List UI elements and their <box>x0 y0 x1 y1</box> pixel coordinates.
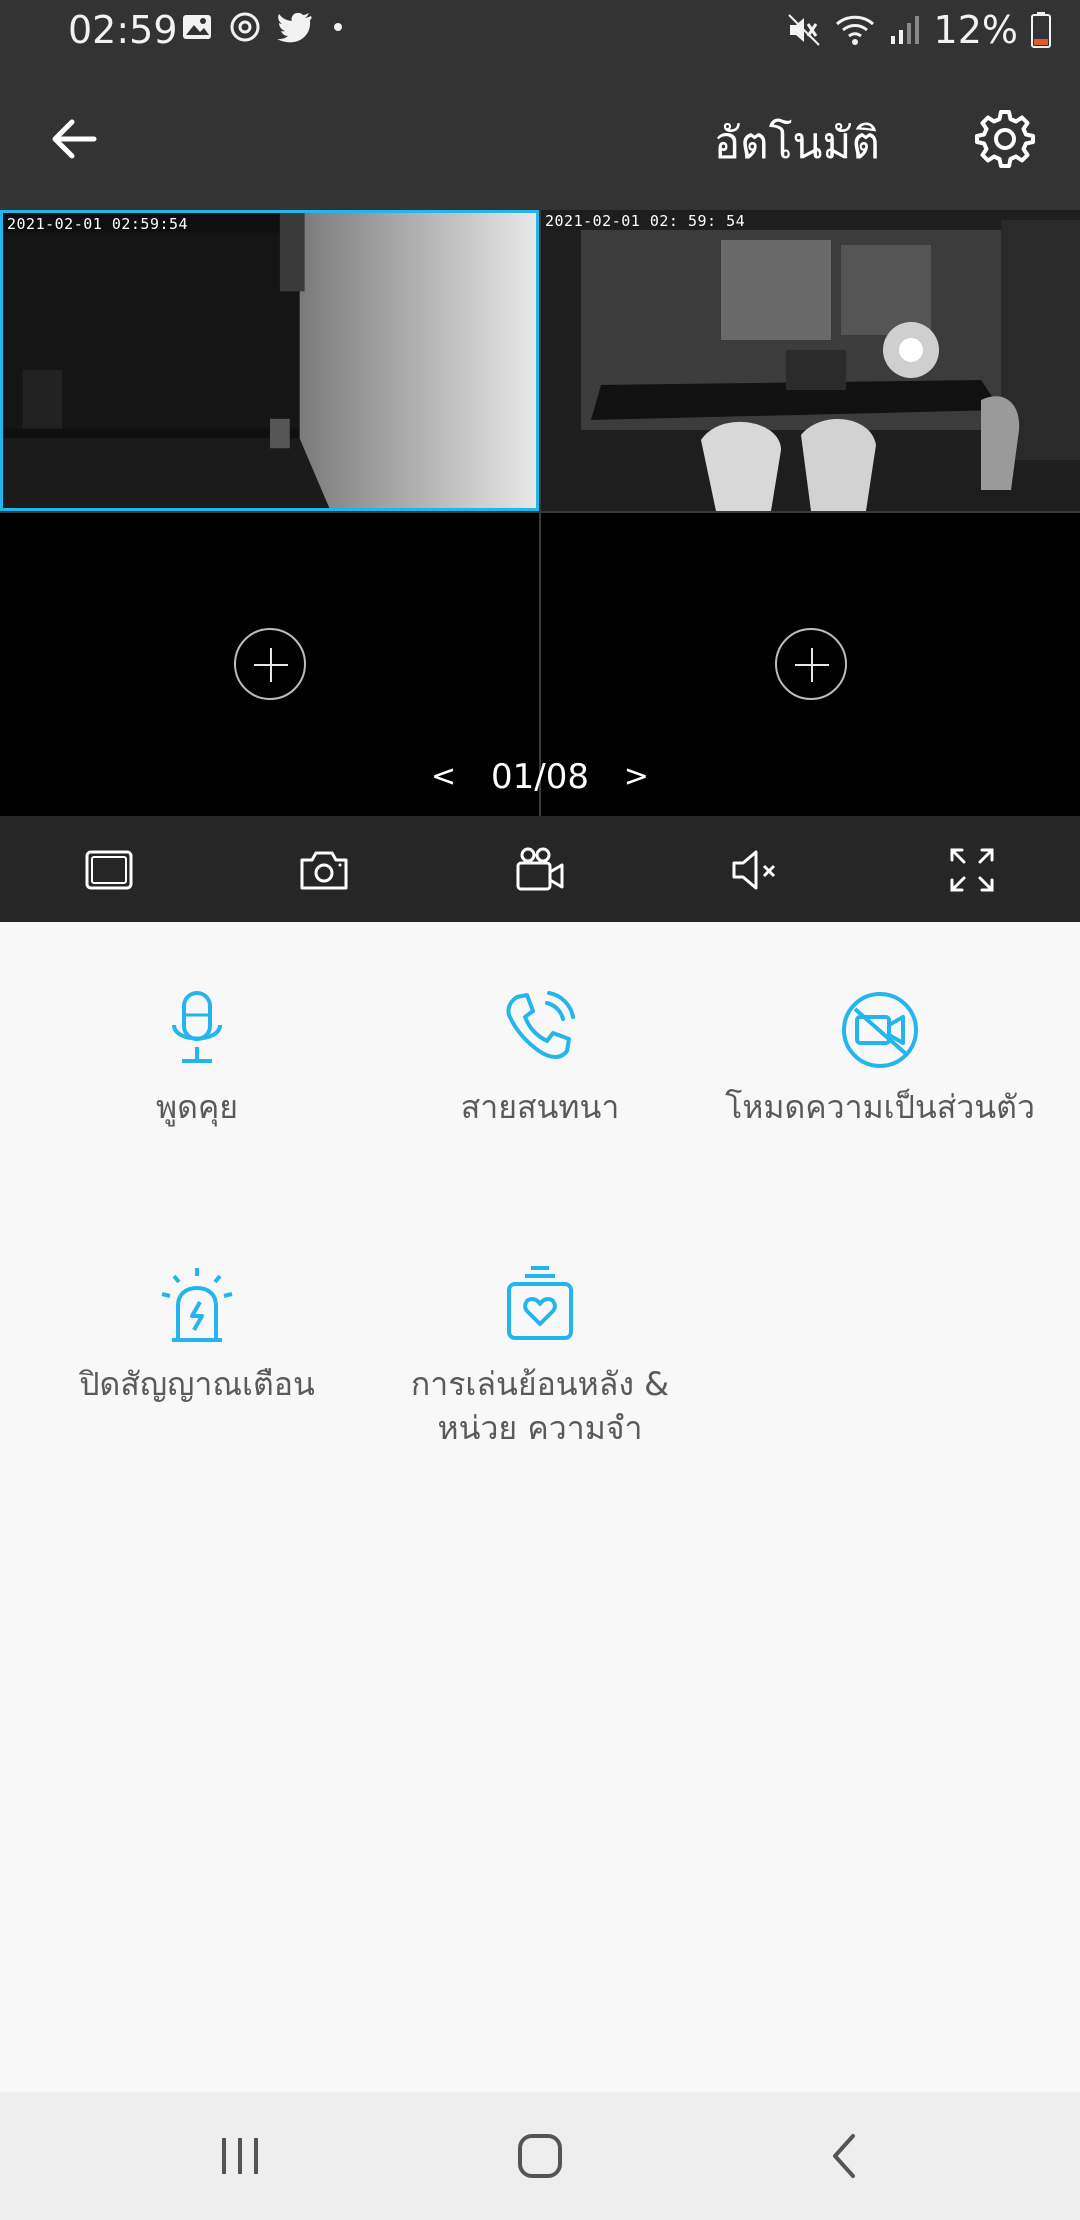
snapshot-icon[interactable] <box>296 842 352 898</box>
mute-icon <box>787 14 820 46</box>
add-camera-button-2[interactable] <box>774 627 847 700</box>
system-nav-bar <box>0 2092 1080 2220</box>
status-bar: 02:59 12% <box>0 0 1080 64</box>
single-view-icon[interactable] <box>81 842 137 898</box>
call-function[interactable]: สายสนทนา <box>370 985 710 1129</box>
call-label: สายสนทนา <box>460 1088 620 1126</box>
playback-memory-label: การเล่นย้อนหลัง & หน่วย ความจำ <box>410 1365 670 1447</box>
page-indicator: < 01/08 > <box>0 755 1080 797</box>
camera-timestamp-1: 2021-02-01 02:59:54 <box>7 215 189 233</box>
grid-divider-vertical <box>539 210 541 816</box>
camera-grid: 2021-02-01 02:59:54 2021-02-01 02: 59: 5… <box>0 210 1080 816</box>
camera-cell-1[interactable]: 2021-02-01 02:59:54 <box>0 210 539 511</box>
talk-function[interactable]: พูดคุย <box>27 985 367 1129</box>
dot-icon <box>334 23 342 31</box>
add-camera-button-1[interactable] <box>233 627 306 700</box>
notification-icons <box>180 10 348 44</box>
camera-cell-2[interactable]: 2021-02-01 02: 59: 54 <box>541 210 1080 511</box>
system-icons: 12% <box>786 8 1052 52</box>
camera-timestamp-2: 2021-02-01 02: 59: 54 <box>545 212 746 230</box>
battery-percent: 12% <box>933 8 1018 52</box>
wifi-icon <box>835 15 874 45</box>
privacy-camera-off-icon <box>842 992 918 1068</box>
siren-icon <box>161 1268 233 1342</box>
home-icon[interactable] <box>510 2130 570 2182</box>
twitter-icon <box>277 12 312 43</box>
microphone-icon <box>172 991 222 1063</box>
grid-divider-horizontal <box>0 511 1080 513</box>
video-toolbar <box>0 816 1080 922</box>
camera-feed-1 <box>3 213 536 508</box>
camera-feed-2 <box>541 210 1080 511</box>
battery-icon <box>1031 12 1051 48</box>
fullscreen-icon[interactable] <box>944 842 1000 898</box>
chat-icon <box>230 12 260 42</box>
signal-icon <box>890 16 919 44</box>
page-number: 01/08 <box>491 756 589 797</box>
prev-page-button[interactable]: < <box>431 759 456 794</box>
talk-label: พูดคุย <box>155 1088 239 1126</box>
status-time: 02:59 <box>68 8 178 52</box>
playback-memory-icon <box>507 1266 573 1340</box>
next-page-button[interactable]: > <box>624 759 649 794</box>
privacy-mode-label: โหมดความเป็นส่วนตัว <box>725 1088 1035 1126</box>
phone-call-icon <box>506 991 575 1059</box>
record-video-icon[interactable] <box>512 842 568 898</box>
app-bar: อัตโนมัติ <box>0 64 1080 210</box>
recent-apps-icon[interactable] <box>210 2130 270 2182</box>
back-nav-icon[interactable] <box>815 2130 875 2182</box>
playback-memory-function[interactable]: การเล่นย้อนหลัง & หน่วย ความจำ <box>370 1262 710 1450</box>
turn-off-alarm-label: ปิดสัญญาณเตือน <box>79 1365 315 1403</box>
turn-off-alarm-function[interactable]: ปิดสัญญาณเตือน <box>27 1262 367 1406</box>
privacy-mode-function[interactable]: โหมดความเป็นส่วนตัว <box>710 985 1050 1129</box>
gear-icon[interactable] <box>970 104 1040 174</box>
mute-speaker-icon[interactable] <box>728 842 784 898</box>
gallery-icon <box>183 15 211 39</box>
back-arrow-icon[interactable] <box>40 104 110 174</box>
mode-title[interactable]: อัตโนมัติ <box>714 108 880 178</box>
